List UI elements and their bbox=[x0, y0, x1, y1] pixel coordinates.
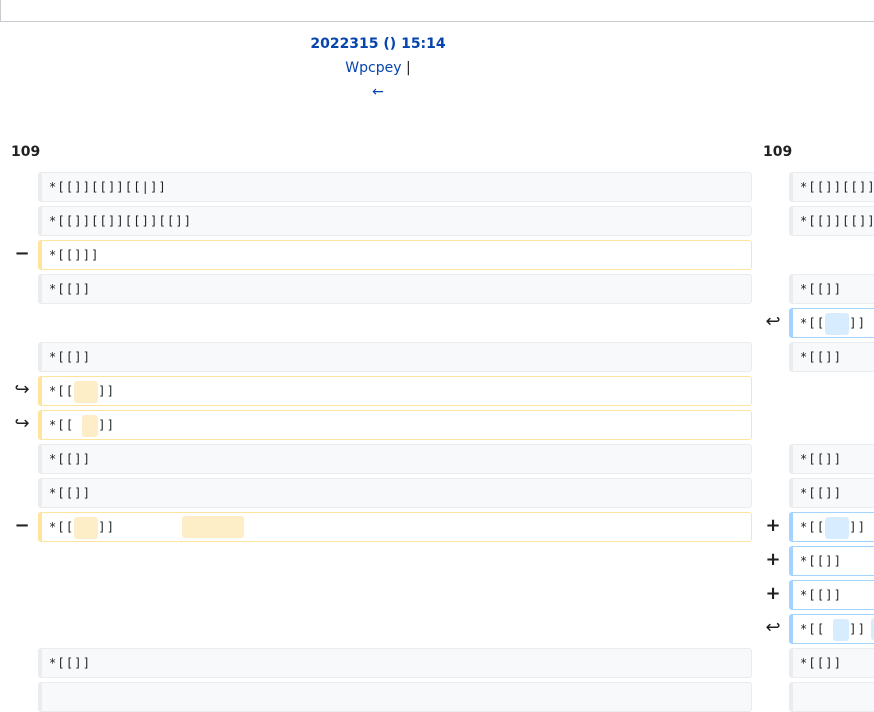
inline-change-highlight bbox=[833, 618, 850, 641]
moved-paragraph-marker[interactable]: ↩ bbox=[761, 614, 785, 642]
moved-paragraph-marker[interactable]: ↪ bbox=[10, 410, 34, 438]
added-line-marker: + bbox=[765, 549, 781, 570]
inline-change-highlight bbox=[74, 380, 99, 403]
older-edit-link[interactable]: ← bbox=[0, 82, 756, 102]
right-context-line: *[[]] bbox=[789, 444, 874, 474]
line-prefix: *[[ bbox=[49, 418, 75, 432]
line-suffix: ]] bbox=[849, 316, 867, 330]
right-context-line: *[[]][[]][[|]] bbox=[789, 172, 874, 202]
moved-paragraph-marker[interactable]: ↪ bbox=[10, 376, 34, 404]
inline-change-highlight bbox=[182, 516, 244, 538]
right-added-line: *[[]] bbox=[789, 580, 874, 610]
left-context-line: *[[]] bbox=[38, 648, 752, 678]
line-prefix: *[[ bbox=[800, 316, 826, 330]
right-context-line: *[[]] bbox=[789, 274, 874, 304]
line-suffix: ]] bbox=[98, 384, 116, 398]
right-added-line: *[[]] bbox=[789, 546, 874, 576]
user-separator: | bbox=[405, 60, 411, 76]
added-line-marker: + bbox=[765, 515, 781, 536]
left-deleted-line: *[[]] bbox=[38, 410, 752, 440]
inline-change-highlight bbox=[825, 516, 850, 539]
line-suffix: ]] bbox=[849, 520, 867, 534]
line-suffix: ]] bbox=[849, 622, 867, 636]
moved-paragraph-marker[interactable]: ↩ bbox=[761, 308, 785, 336]
left-context-line bbox=[38, 682, 752, 712]
revision-title[interactable]: 2022315 () 15:14 bbox=[0, 34, 756, 54]
line-prefix: *[[ bbox=[800, 622, 826, 636]
right-line-number: 109 bbox=[763, 144, 793, 160]
right-added-line: *[[]] bbox=[789, 512, 874, 542]
top-bar bbox=[0, 0, 874, 22]
user-link[interactable]: Wpcpey bbox=[345, 60, 401, 76]
left-deleted-line: *[[]] bbox=[38, 376, 752, 406]
revision-user-line: Wpcpey | bbox=[0, 58, 756, 78]
left-context-line: *[[]] bbox=[38, 342, 752, 372]
removed-line-marker: − bbox=[14, 515, 30, 536]
inline-change-highlight bbox=[825, 312, 850, 335]
left-context-line: *[[]] bbox=[38, 478, 752, 508]
removed-line-marker: − bbox=[14, 243, 30, 264]
left-context-line: *[[]][[]][[|]] bbox=[38, 172, 752, 202]
left-context-line: *[[]] bbox=[38, 274, 752, 304]
left-deleted-line: *[[]]] bbox=[38, 240, 752, 270]
line-prefix: *[[ bbox=[49, 520, 75, 534]
right-context-line bbox=[789, 682, 874, 712]
right-context-line: *[[]] bbox=[789, 648, 874, 678]
right-added-line: *[[]] bbox=[789, 614, 874, 644]
right-added-line: *[[]] bbox=[789, 308, 874, 338]
inline-change-highlight bbox=[74, 516, 99, 539]
right-context-line: *[[]] bbox=[789, 342, 874, 372]
line-prefix: *[[ bbox=[800, 520, 826, 534]
added-line-marker: + bbox=[765, 583, 781, 604]
left-context-line: *[[]][[]][[]][[]] bbox=[38, 206, 752, 236]
line-suffix: ]] bbox=[98, 520, 116, 534]
left-line-number: 109 bbox=[11, 144, 41, 160]
left-context-line: *[[]] bbox=[38, 444, 752, 474]
right-context-line: *[[]] bbox=[789, 478, 874, 508]
line-prefix: *[[ bbox=[49, 384, 75, 398]
left-deleted-line: *[[]] bbox=[38, 512, 752, 542]
right-context-line: *[[]][[]][[]][[]] bbox=[789, 206, 874, 236]
line-suffix: ]] bbox=[98, 418, 116, 432]
inline-change-highlight bbox=[82, 414, 99, 437]
